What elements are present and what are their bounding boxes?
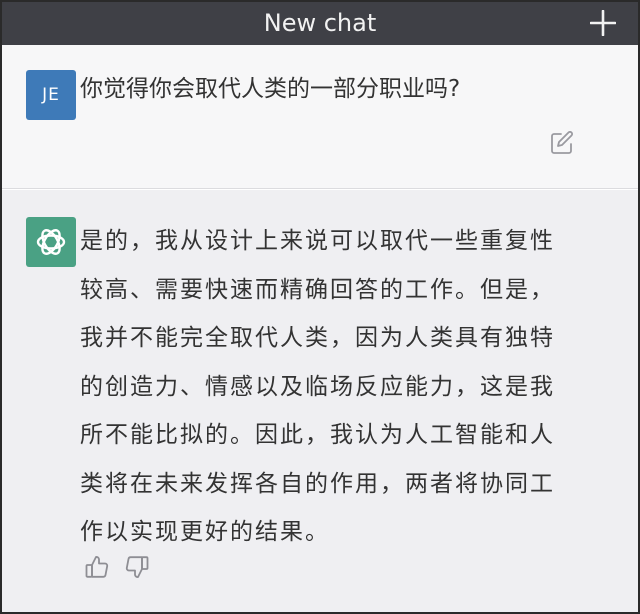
answer-line: 作以实现更好的结果。 <box>80 519 330 545</box>
chat-window: New chat JE 你觉得你会取代人类的一部分职业吗? 是的，我从设计上来说… <box>0 0 640 614</box>
answer-line: 所不能比拟的。因此，我认为人工智能和人 <box>80 422 555 448</box>
assistant-avatar <box>26 217 76 267</box>
openai-logo-icon <box>36 229 66 255</box>
answer-line: 我并不能完全取代人类，因为人类具有独特 <box>80 325 555 351</box>
user-message-text: 你觉得你会取代人类的一部分职业吗? <box>80 76 461 102</box>
plus-icon[interactable] <box>590 10 616 36</box>
assistant-message-text: 是的，我从设计上来说可以取代一些重复性 较高、需要快速而精确回答的工作。但是， … <box>80 217 590 557</box>
chat-title: New chat <box>263 9 377 37</box>
user-message: JE 你觉得你会取代人类的一部分职业吗? <box>2 45 638 189</box>
thumbs-up-icon[interactable] <box>84 554 110 580</box>
thumbs-down-icon[interactable] <box>124 554 150 580</box>
answer-line: 的创造力、情感以及临场反应能力，这是我 <box>80 373 555 400</box>
edit-icon[interactable] <box>550 131 574 155</box>
user-avatar: JE <box>26 70 76 120</box>
top-bar: New chat <box>2 2 638 45</box>
answer-line: 较高、需要快速而精确回答的工作。但是， <box>80 276 555 303</box>
answer-line: 是的，我从设计上来说可以取代一些重复性 <box>80 228 555 254</box>
assistant-message: 是的，我从设计上来说可以取代一些重复性 较高、需要快速而精确回答的工作。但是， … <box>2 190 638 612</box>
answer-line: 类将在未来发挥各自的作用，两者将协同工 <box>80 470 555 497</box>
